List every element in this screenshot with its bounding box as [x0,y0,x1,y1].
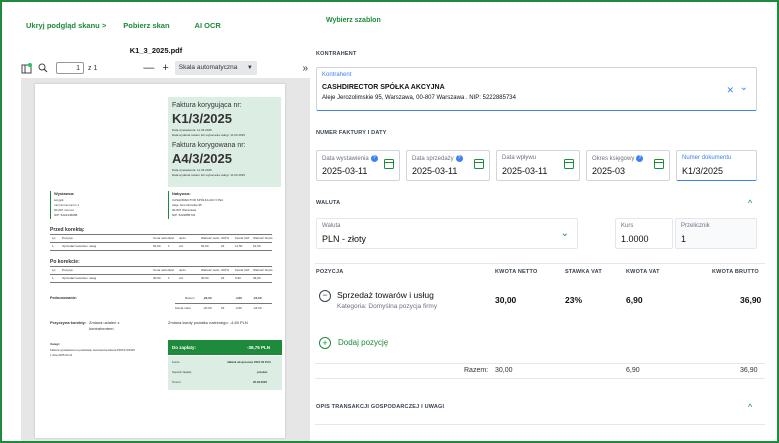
zoom-in-button[interactable]: + [162,62,168,74]
sum-label: Razem: [464,367,489,374]
double-chevron-icon[interactable]: » [302,63,308,74]
remove-position-icon[interactable]: − [319,290,331,302]
pdf-viewer[interactable]: Faktura korygująca nr: K1/3/2025 Data wy… [21,78,310,441]
clear-icon[interactable]: ✕ [726,85,734,96]
chevron-down-icon[interactable]: ⌄ [740,82,748,93]
description-section-title: OPIS TRANSAKCJI GOSPODARCZEJ I UWAGI [316,404,445,410]
zoom-out-button[interactable]: — [143,62,154,74]
contractor-name: CASHDIRECTOR SPÓŁKA AKCYJNA [322,84,445,91]
accounting-period-field[interactable]: Okres księgowy? 2025-03 [586,150,670,181]
collapse-icon[interactable]: ^ [748,402,752,412]
sidebar-toggle-icon[interactable] [21,62,32,74]
document-number-field[interactable]: Numer dokumentu K1/3/2025 [676,150,757,181]
currency-section-title: WALUTA [316,200,341,206]
help-icon[interactable]: ? [370,155,378,162]
calendar-icon[interactable] [474,159,484,169]
pdf-toolbar: 1 z 1 — + Skala automatyczna ▼ » [21,60,310,76]
currency-select[interactable]: Waluta PLN - złoty ⌄ [316,218,578,249]
issue-date-field[interactable]: Data wystawienia? 2025-03-11 [316,150,400,181]
calendar-icon[interactable] [564,159,574,169]
corrected-number: A4/3/2025 [172,151,232,166]
receipt-date-field[interactable]: Data wpływu 2025-03-11 [496,150,580,181]
caret-down-icon: ▼ [246,65,253,71]
position-name: Sprzedaż towarów i usług [337,290,434,300]
dates-section-title: NUMER FAKTURY I DATY [316,130,387,136]
hide-preview-link[interactable]: Ukryj podgląd skanu > [26,21,106,30]
search-icon[interactable] [38,63,48,73]
ai-ocr-link[interactable]: AI OCR [195,21,221,30]
invoice-form: Wybierz szablon KONTRAHENT Kontrahent CA… [310,2,777,441]
help-icon[interactable]: ? [455,155,463,162]
choose-template-link[interactable]: Wybierz szablon [326,17,381,24]
calendar-icon[interactable] [654,159,664,169]
pdf-page: Faktura korygująca nr: K1/3/2025 Data wy… [35,84,285,438]
help-icon[interactable]: ? [636,155,644,162]
file-name: K1_3_2025.pdf [129,46,183,55]
chevron-down-icon[interactable]: ⌄ [561,228,569,239]
multiplier-field[interactable]: Przelicznik 1 [675,218,757,249]
contractor-address: Aleje Jerozolimskie 95, Warszawa, 00-807… [322,95,516,101]
calendar-icon[interactable] [384,159,394,169]
correction-number: K1/3/2025 [172,111,232,126]
contractor-select[interactable]: Kontrahent CASHDIRECTOR SPÓŁKA AKCYJNA A… [316,67,757,111]
sale-date-field[interactable]: Data sprzedaży? 2025-03-11 [406,150,490,181]
download-scan-link[interactable]: Pobierz skan [123,21,169,30]
app-frame: Ukryj podgląd skanu > Pobierz skan AI OC… [0,0,779,443]
collapse-icon[interactable]: ^ [748,198,752,208]
zoom-select[interactable]: Skala automatyczna ▼ [174,61,257,75]
page-number-input[interactable]: 1 [56,62,84,74]
plus-icon: + [319,337,331,349]
chevron-right-icon: > [101,21,107,30]
scan-preview-pane: Ukryj podgląd skanu > Pobierz skan AI OC… [2,2,310,441]
position-category: Kategoria: Domyślna pozycja firmy [337,303,438,310]
contractor-section-title: KONTRAHENT [316,51,357,57]
page-count: z 1 [88,64,98,72]
exchange-rate-field[interactable]: Kurs 1.0000 [615,218,673,249]
